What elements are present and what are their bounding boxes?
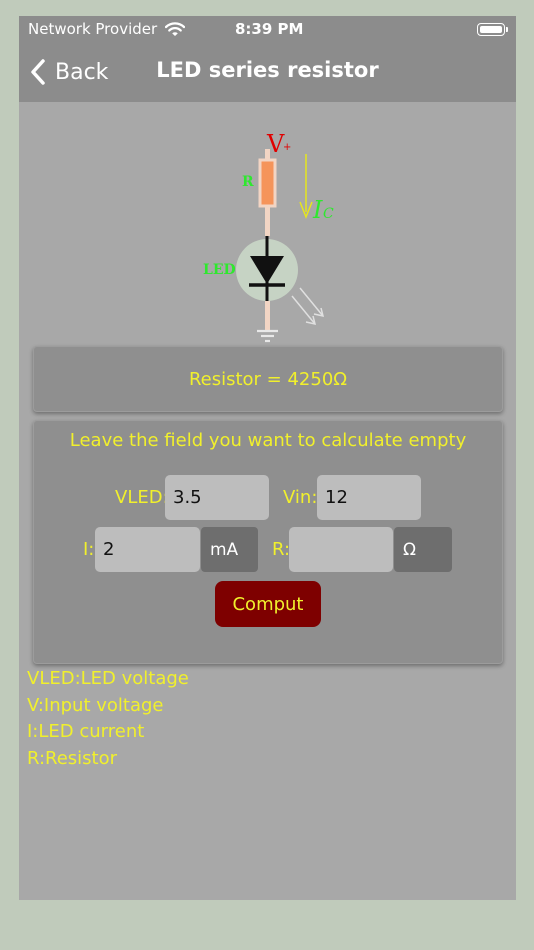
voltage-plus-label: + <box>283 142 291 153</box>
light-ray-1 <box>299 287 324 317</box>
led-circuit-diagram: V + R I C LED <box>203 130 334 343</box>
vin-label: Vin: <box>283 487 318 508</box>
wire-bottom <box>265 301 270 331</box>
current-subscript: C <box>323 206 334 222</box>
current-label: I <box>312 196 323 224</box>
comput-button[interactable]: Comput <box>215 581 321 627</box>
wire-middle <box>265 206 270 236</box>
resistor-symbol <box>258 158 277 208</box>
result-text: Resistor = 4250Ω <box>188 368 348 390</box>
page-title: LED series resistor <box>156 58 379 82</box>
legend-item: R:Resistor <box>27 747 118 769</box>
legend-item: VLED:LED voltage <box>27 668 189 689</box>
app-screen: Network Provider 8:39 PM Back LED series… <box>19 16 516 900</box>
result-panel: Resistor = 4250Ω <box>33 346 503 412</box>
resistor-input[interactable] <box>289 527 393 572</box>
legend: VLED:LED voltage V:Input voltage I:LED c… <box>27 666 189 772</box>
calculator-form: Leave the field you want to calculate em… <box>33 420 503 664</box>
vled-input[interactable] <box>165 475 269 520</box>
current-unit: mA <box>201 527 258 572</box>
battery-icon <box>477 23 508 36</box>
wifi-icon <box>165 22 185 36</box>
legend-item: I:LED current <box>27 721 145 742</box>
resistor-label: R <box>242 174 254 190</box>
current-field-label: I: <box>83 539 95 560</box>
vin-input[interactable] <box>317 475 421 520</box>
light-ray-2 <box>291 295 316 325</box>
legend-item: V:Input voltage <box>27 694 164 716</box>
status-time: 8:39 PM <box>235 20 304 38</box>
navigation-bar: Network Provider 8:39 PM Back LED series… <box>19 16 516 102</box>
resistor-unit: Ω <box>394 527 452 572</box>
instruction-text: Leave the field you want to calculate em… <box>69 430 467 451</box>
current-input[interactable] <box>95 527 200 572</box>
led-label: LED <box>203 262 236 278</box>
status-carrier: Network Provider <box>28 20 158 38</box>
resistor-field-label: R: <box>272 539 291 560</box>
vled-label: VLED: <box>115 487 169 508</box>
